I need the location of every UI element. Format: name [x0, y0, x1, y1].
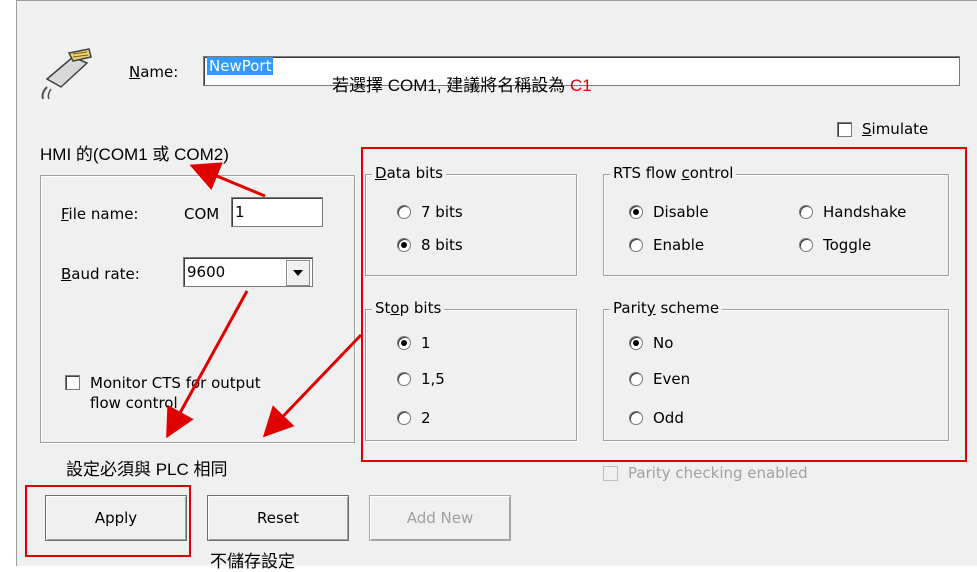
serial-port-dialog: Name: NewPort 若選擇 COM1, 建議將名稱設為 C1 Simul… [16, 0, 977, 571]
arrow-to-plc-note-2 [262, 333, 363, 438]
annotation-arrows [166, 162, 363, 439]
arrow-to-plc-note-1 [166, 290, 249, 439]
arrow-to-hmi-label [189, 162, 266, 198]
